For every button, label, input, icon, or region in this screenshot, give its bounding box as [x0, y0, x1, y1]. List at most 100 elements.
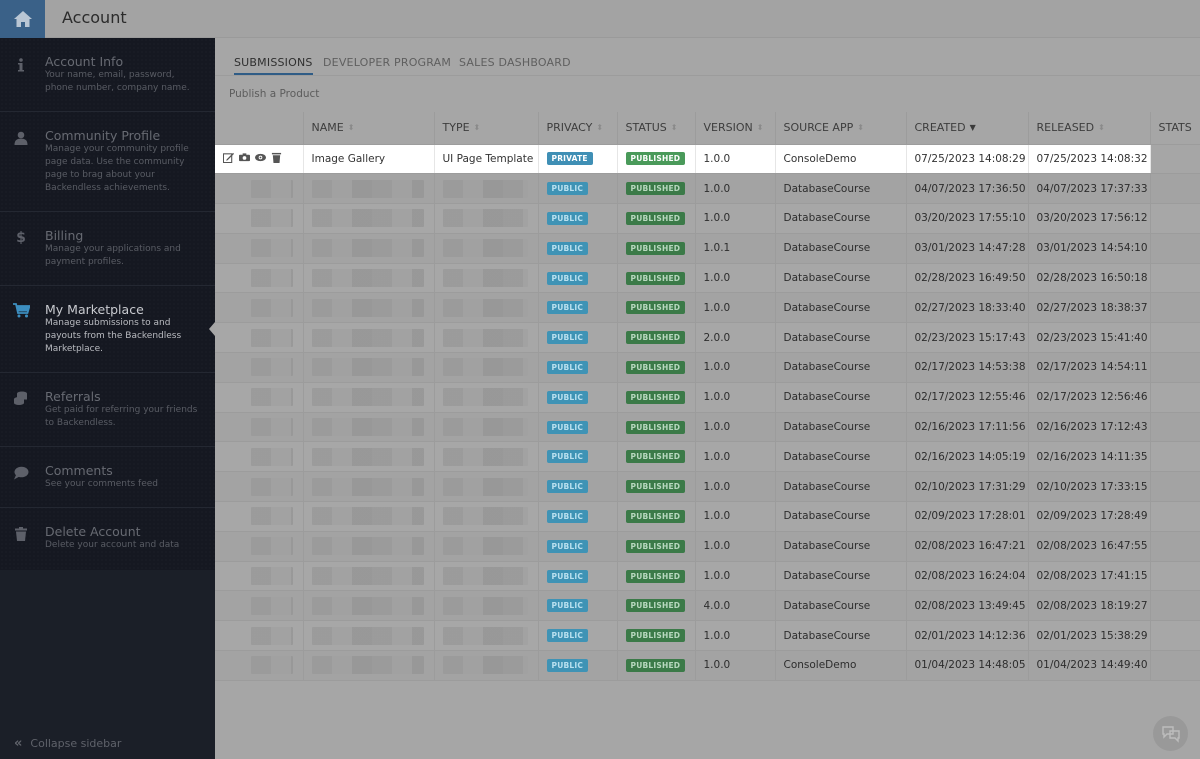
version-cell: 1.0.0	[695, 412, 776, 443]
stats-cell	[1150, 441, 1200, 473]
submissions-table: NAME ⬍ TYPE ⬍ PRIVACY ⬍ STATUS ⬍ VERSION ⬍ SO…	[215, 112, 1200, 681]
actions-cell	[215, 471, 304, 503]
column-header-status[interactable]: STATUS ⬍	[617, 112, 696, 145]
created-cell: 02/08/2023 16:47:21	[906, 531, 1029, 562]
status-cell: PUBLISHED	[617, 561, 696, 592]
sidebar-item-billing[interactable]: $ Billing Manage your applications and p…	[0, 212, 215, 286]
column-header-released[interactable]: RELEASED ⬍	[1028, 112, 1151, 145]
redacted-name	[311, 567, 424, 586]
source-app-cell: DatabaseCourse	[775, 352, 907, 383]
source-app-cell: DatabaseCourse	[775, 203, 907, 234]
delete-trash-icon[interactable]	[271, 152, 282, 166]
redacted-type	[442, 626, 528, 645]
stats-cell	[1150, 471, 1200, 503]
redacted-name	[311, 209, 424, 228]
status-cell: PUBLISHED	[617, 352, 696, 383]
created-cell: 02/08/2023 13:49:45	[906, 590, 1029, 622]
redacted-type	[442, 209, 528, 228]
type-cell	[434, 203, 539, 234]
created-cell: 02/17/2023 14:53:38	[906, 352, 1029, 383]
table-row[interactable]: PUBLIC PUBLISHED 1.0.1 DatabaseCourse 03/01/…	[215, 233, 1200, 264]
column-header-privacy[interactable]: PRIVACY ⬍	[538, 112, 618, 145]
actions-cell	[215, 144, 304, 175]
type-cell	[434, 501, 539, 532]
actions-cell	[215, 203, 304, 234]
sidebar-item-my-marketplace[interactable]: My Marketplace Manage submissions to and…	[0, 286, 215, 373]
created-cell: 02/16/2023 14:05:19	[906, 441, 1029, 473]
preview-eye-icon[interactable]	[255, 152, 266, 166]
tab-submissions[interactable]: SUBMISSIONS	[234, 56, 313, 75]
version-cell: 1.0.0	[695, 471, 776, 503]
column-header-created[interactable]: CREATED ▼	[906, 112, 1029, 145]
sidebar-item-delete-account[interactable]: Delete Account Delete your account and d…	[0, 508, 215, 570]
column-header-type[interactable]: TYPE ⬍	[434, 112, 539, 145]
status-cell: PUBLISHED	[617, 322, 696, 354]
privacy-badge: PUBLIC	[546, 420, 589, 434]
status-badge: PUBLISHED	[625, 182, 686, 196]
status-badge: PUBLISHED	[625, 390, 686, 404]
table-row[interactable]: PUBLIC PUBLISHED 1.0.0 ConsoleDemo 01/04/202…	[215, 650, 1200, 681]
column-header-source-app[interactable]: SOURCE APP ⬍	[775, 112, 907, 145]
sidebar-item-account-info[interactable]: Account Info Your name, email, password,…	[0, 38, 215, 112]
column-header-version[interactable]: VERSION ⬍	[695, 112, 776, 145]
screenshots-icon[interactable]	[239, 152, 250, 166]
sidebar-item-title: Comments	[45, 463, 113, 478]
status-cell: PUBLISHED	[617, 590, 696, 622]
table-row[interactable]: PUBLIC PUBLISHED 1.0.0 DatabaseCourse 02/10/…	[215, 471, 1200, 503]
table-row[interactable]: PUBLIC PUBLISHED 1.0.0 DatabaseCourse 02/16/…	[215, 441, 1200, 473]
table-row[interactable]: PUBLIC PUBLISHED 1.0.0 DatabaseCourse 02/01/…	[215, 620, 1200, 652]
table-row[interactable]: PUBLIC PUBLISHED 1.0.0 DatabaseCourse 02/17/…	[215, 382, 1200, 413]
table-row[interactable]: PUBLIC PUBLISHED 2.0.0 DatabaseCourse 02/23/…	[215, 322, 1200, 354]
status-cell: PUBLISHED	[617, 263, 696, 294]
privacy-badge: PUBLIC	[546, 658, 589, 672]
status-badge: PUBLISHED	[625, 658, 686, 672]
tab-developer-program[interactable]: DEVELOPER PROGRAM	[323, 56, 451, 69]
privacy-badge: PUBLIC	[546, 182, 589, 196]
type-cell	[434, 441, 539, 473]
tab-sales-dashboard[interactable]: SALES DASHBOARD	[459, 56, 571, 69]
table-row[interactable]: PUBLIC PUBLISHED 4.0.0 DatabaseCourse 02/08/…	[215, 590, 1200, 622]
edit-icon[interactable]	[222, 152, 234, 166]
redacted-actions	[251, 328, 293, 347]
privacy-cell: PUBLIC	[538, 471, 618, 503]
publish-product-link[interactable]: Publish a Product	[229, 88, 319, 100]
collapse-sidebar-button[interactable]: « Collapse sidebar	[14, 736, 121, 751]
page-title: Account	[62, 8, 127, 27]
sidebar-item-desc: Your name, email, password, phone number…	[45, 70, 190, 93]
table-row[interactable]: Image Gallery UI Page Template PRIVATE PUBL…	[215, 144, 1200, 175]
redacted-name	[311, 507, 424, 526]
redacted-actions	[251, 358, 293, 377]
table-row[interactable]: PUBLIC PUBLISHED 1.0.0 DatabaseCourse 04/07/…	[215, 173, 1200, 205]
sidebar-item-referrals[interactable]: Referrals Get paid for referring your fr…	[0, 373, 215, 447]
sort-icon: ⬍	[756, 123, 764, 133]
stats-cell	[1150, 650, 1200, 681]
source-app-cell: DatabaseCourse	[775, 382, 907, 413]
sort-icon: ⬍	[1098, 123, 1105, 133]
table-row[interactable]: PUBLIC PUBLISHED 1.0.0 DatabaseCourse 02/08/…	[215, 531, 1200, 562]
sidebar-item-comments[interactable]: Comments See your comments feed	[0, 447, 215, 508]
source-app-cell: DatabaseCourse	[775, 590, 907, 622]
source-app-cell: DatabaseCourse	[775, 322, 907, 354]
privacy-badge: PRIVATE	[546, 152, 593, 166]
table-row[interactable]: PUBLIC PUBLISHED 1.0.0 DatabaseCourse 02/09/…	[215, 501, 1200, 532]
cart-icon	[12, 301, 30, 319]
trash-icon	[12, 525, 30, 543]
version-cell: 4.0.0	[695, 590, 776, 622]
table-row[interactable]: PUBLIC PUBLISHED 1.0.0 DatabaseCourse 03/20/…	[215, 203, 1200, 234]
status-badge: PUBLISHED	[625, 152, 686, 166]
type-cell	[434, 620, 539, 652]
table-row[interactable]: PUBLIC PUBLISHED 1.0.0 DatabaseCourse 02/27/…	[215, 292, 1200, 324]
table-row[interactable]: PUBLIC PUBLISHED 1.0.0 DatabaseCourse 02/17/…	[215, 352, 1200, 383]
column-header-name[interactable]: NAME ⬍	[303, 112, 435, 145]
table-row[interactable]: PUBLIC PUBLISHED 1.0.0 DatabaseCourse 02/28/…	[215, 263, 1200, 294]
home-button[interactable]	[0, 0, 45, 38]
sidebar-item-community-profile[interactable]: Community Profile Manage your community …	[0, 112, 215, 212]
type-cell	[434, 322, 539, 354]
redacted-actions	[251, 388, 293, 407]
table-row[interactable]: PUBLIC PUBLISHED 1.0.0 DatabaseCourse 02/08/…	[215, 561, 1200, 592]
redacted-actions	[251, 537, 293, 556]
table-row[interactable]: PUBLIC PUBLISHED 1.0.0 DatabaseCourse 02/16/…	[215, 412, 1200, 443]
created-cell: 02/08/2023 16:24:04	[906, 561, 1029, 592]
chat-button[interactable]	[1153, 716, 1188, 751]
privacy-cell: PUBLIC	[538, 650, 618, 681]
